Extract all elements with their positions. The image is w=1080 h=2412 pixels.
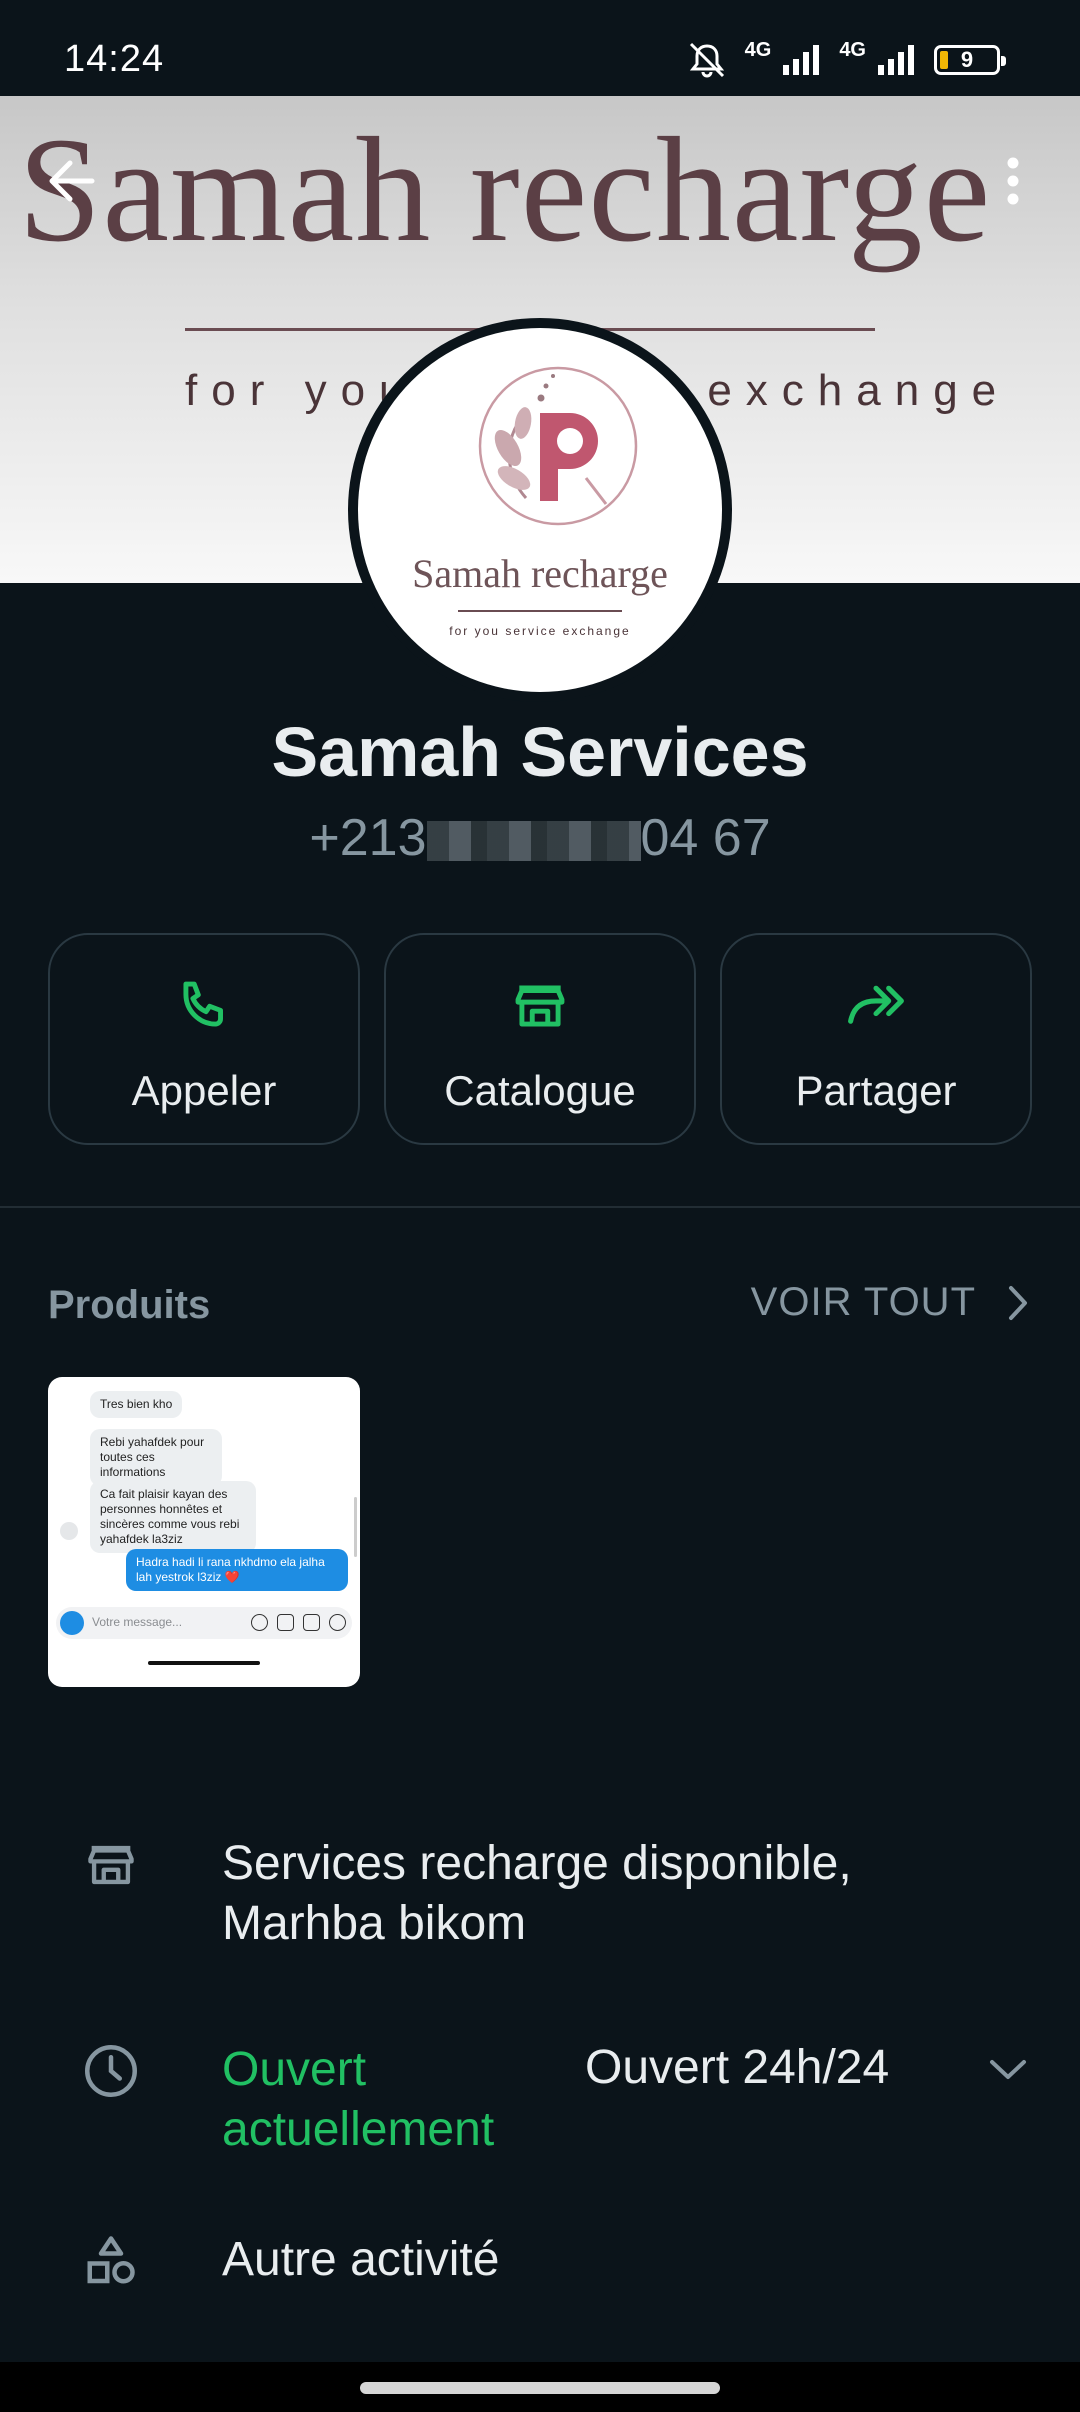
call-label: Appeler (131, 1067, 277, 1114)
catalog-label: Catalogue (444, 1067, 636, 1114)
category-icon (76, 2226, 146, 2296)
mute-icon (689, 42, 724, 78)
signal-icon (878, 45, 914, 75)
phone-prefix: +213 (309, 809, 427, 867)
battery-level: 9 (960, 47, 974, 72)
composer-placeholder: Votre message... (92, 1615, 183, 1629)
scrollbar (354, 1497, 357, 1557)
avatar-logo-tagline: for you service exchange (449, 624, 631, 638)
navigation-bar (0, 2362, 1080, 2412)
composer-icons (251, 1614, 346, 1631)
expand-hours-button[interactable] (976, 2040, 1040, 2100)
plus-icon (329, 1614, 346, 1631)
home-indicator (148, 1661, 260, 1665)
network-label-1: 4G (744, 38, 772, 61)
open-status: Ouvert actuellement (222, 2043, 495, 2156)
share-icon (848, 985, 904, 1024)
avatar-logo-name: Samah recharge (412, 551, 668, 596)
call-button[interactable]: Appeler (48, 933, 360, 1145)
share-label: Partager (795, 1067, 957, 1114)
arrow-left-icon (49, 160, 95, 202)
phone-suffix: 04 67 (640, 809, 771, 867)
store-icon (515, 985, 565, 1027)
phone-icon (183, 981, 223, 1027)
back-button[interactable] (26, 136, 116, 226)
clock-icon (76, 2036, 146, 2106)
products-title: Produits (48, 1283, 211, 1327)
chat-bubble: Tres bien kho (90, 1391, 183, 1418)
logo-icon (478, 366, 638, 526)
chevron-down-icon (990, 2060, 1026, 2079)
message-composer: Votre message... (56, 1607, 352, 1639)
avatar-logo: Samah recharge for you service exchange (358, 328, 722, 692)
status-bar: 14:24 4G 4G 9 (0, 0, 1080, 96)
product-thumbnail[interactable]: Tres bien kho Rebi yahafdek pour toutes … (48, 1377, 360, 1687)
profile-name: Samah Services (271, 713, 809, 791)
share-button[interactable]: Partager (720, 933, 1032, 1145)
battery-icon: 9 (934, 45, 1006, 75)
chevron-right-icon (1009, 1285, 1027, 1320)
business-description: Services recharge disponible, Marhba bik… (222, 1837, 852, 1950)
see-all-label: VOIR TOUT (750, 1280, 976, 1324)
phone-redaction (426, 821, 641, 862)
profile-phone: +213 04 67 (0, 808, 1080, 868)
cover-title: Samah recharge (18, 107, 992, 273)
section-divider (0, 1206, 1080, 1208)
chat-bubble: Ca fait plaisir kayan des personnes honn… (90, 1481, 256, 1553)
business-category: Autre activité (222, 2233, 500, 2286)
gesture-handle[interactable] (360, 2382, 720, 2394)
network-label-2: 4G (839, 38, 866, 61)
store-icon (76, 1830, 146, 1900)
catalog-button[interactable]: Catalogue (384, 933, 696, 1145)
sticker-icon (303, 1614, 320, 1631)
avatar-divider (458, 610, 622, 612)
status-icons: 4G 4G 9 (685, 38, 1006, 80)
more-options-button[interactable] (968, 136, 1058, 226)
chat-bubble: Rebi yahafdek pour toutes ces informatio… (90, 1429, 222, 1486)
profile-avatar[interactable]: Samah recharge for you service exchange (348, 318, 732, 702)
chat-bubble-own: Hadra hadi li rana nkhdmo ela jalha lah … (126, 1549, 348, 1591)
image-icon (277, 1614, 294, 1631)
signal-icon (783, 45, 820, 75)
status-time: 14:24 (64, 38, 165, 80)
business-hours[interactable]: Ouvert 24h/24 (585, 2040, 889, 2095)
see-all-button[interactable]: VOIR TOUT (751, 1280, 1030, 1325)
mic-icon (251, 1614, 268, 1631)
more-vertical-icon (1007, 157, 1019, 205)
avatar (60, 1522, 78, 1540)
camera-icon (60, 1611, 84, 1635)
